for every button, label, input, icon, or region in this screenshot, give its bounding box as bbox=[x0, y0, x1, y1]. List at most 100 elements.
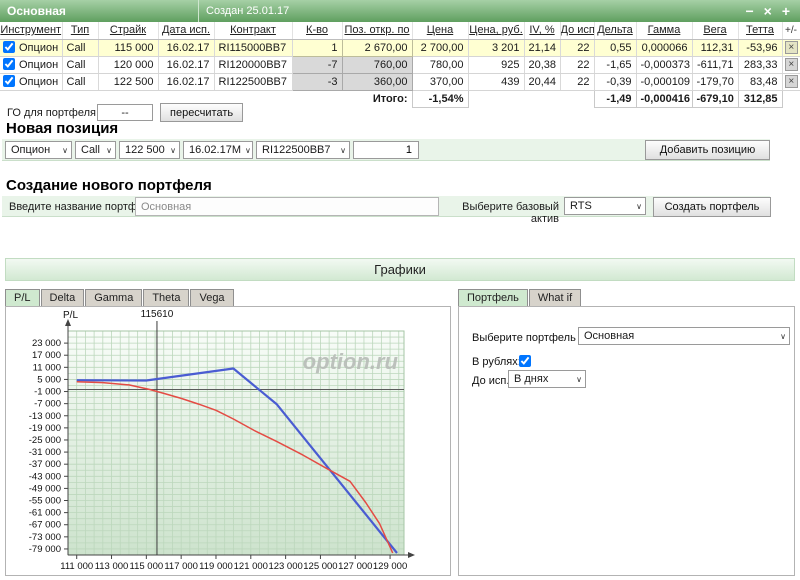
tab-pl[interactable]: P/L bbox=[5, 289, 40, 307]
price-rub-cell: 925 bbox=[468, 56, 525, 74]
svg-text:115610: 115610 bbox=[141, 309, 174, 320]
svg-text:option.ru: option.ru bbox=[303, 349, 399, 374]
days-label: До исп.: bbox=[472, 375, 513, 387]
rubles-label: В рублях: bbox=[472, 356, 521, 368]
tab-delta[interactable]: Delta bbox=[40, 289, 85, 307]
days-select[interactable]: В днях ∨ bbox=[508, 370, 586, 388]
instrument-label: Опцион bbox=[19, 76, 59, 88]
row-enabled-checkbox[interactable] bbox=[3, 58, 15, 70]
col-contract[interactable]: Контракт bbox=[214, 22, 293, 40]
svg-text:129 000: 129 000 bbox=[373, 561, 407, 572]
svg-text:-7 000: -7 000 bbox=[34, 399, 61, 410]
close-icon[interactable]: × bbox=[764, 1, 772, 21]
portfolio-created-date: Создан 25.01.17 bbox=[206, 5, 290, 17]
side-tabs: Портфель What if bbox=[458, 289, 582, 307]
chevron-down-icon: ∨ bbox=[106, 145, 112, 155]
tab-theta[interactable]: Theta bbox=[143, 289, 190, 307]
tab-gamma[interactable]: Gamma bbox=[85, 289, 143, 307]
open-price-cell[interactable]: 360,00 bbox=[341, 72, 413, 91]
tab-portfolio[interactable]: Портфель bbox=[458, 289, 528, 307]
vega-cell: 112,31 bbox=[692, 39, 739, 57]
open-price-cell[interactable]: 2 670,00 bbox=[341, 38, 413, 57]
price-cell: 2 700,00 bbox=[412, 39, 469, 57]
newpos-contract-value: RI122500BB7 bbox=[262, 144, 331, 156]
delete-row-button[interactable]: × bbox=[784, 41, 798, 54]
type-cell: Call bbox=[62, 73, 99, 91]
col-theta[interactable]: Тетта bbox=[738, 22, 783, 40]
col-strike[interactable]: Страйк bbox=[98, 22, 159, 40]
delete-row-button[interactable]: × bbox=[784, 58, 798, 71]
col-vega[interactable]: Вега bbox=[692, 22, 739, 40]
chart-tabs: P/L Delta Gamma Theta Vega bbox=[5, 289, 235, 307]
price-cell: 370,00 bbox=[412, 73, 469, 91]
row-enabled-checkbox[interactable] bbox=[3, 41, 15, 53]
chevron-down-icon: ∨ bbox=[340, 145, 346, 155]
contract-cell: RI120000BB7 bbox=[214, 56, 293, 74]
table-row: Опцион Call 115 000 16.02.17 RI115000BB7… bbox=[0, 38, 800, 57]
col-qty[interactable]: К-во bbox=[292, 22, 343, 40]
col-price-rub[interactable]: Цена, руб. bbox=[468, 22, 525, 40]
type-cell: Call bbox=[62, 56, 99, 74]
exp-date-cell: 16.02.17 bbox=[158, 56, 215, 74]
margin-label: ГО для портфеля: bbox=[7, 107, 100, 119]
delete-row-button[interactable]: × bbox=[784, 75, 798, 88]
newpos-qty-input[interactable] bbox=[353, 141, 419, 159]
svg-text:-43 000: -43 000 bbox=[29, 471, 61, 482]
add-position-button[interactable]: Добавить позицию bbox=[645, 140, 770, 160]
svg-text:17 000: 17 000 bbox=[32, 350, 61, 361]
base-asset-select[interactable]: RTS ∨ bbox=[564, 197, 646, 215]
iv-cell: 21,14 bbox=[524, 39, 561, 57]
recalculate-button[interactable]: пересчитать bbox=[160, 103, 244, 122]
chevron-down-icon: ∨ bbox=[636, 201, 642, 211]
svg-text:-31 000: -31 000 bbox=[29, 447, 61, 458]
newpos-type-select[interactable]: Call ∨ bbox=[75, 141, 116, 159]
svg-text:-73 000: -73 000 bbox=[29, 532, 61, 543]
portfolio-controls-panel: Выберите портфель Основная ∨ В рублях: Д… bbox=[458, 306, 795, 576]
positions-table: Инструмент Тип Страйк Дата исп. Контракт… bbox=[0, 22, 800, 108]
instrument-label: Опцион bbox=[19, 42, 59, 54]
qty-cell[interactable]: 1 bbox=[291, 38, 343, 57]
col-instrument[interactable]: Инструмент bbox=[0, 22, 63, 40]
newpos-contract-select[interactable]: RI122500BB7 ∨ bbox=[256, 141, 350, 159]
price-cell: 780,00 bbox=[412, 56, 469, 74]
gamma-cell: 0,000066 bbox=[636, 39, 693, 57]
svg-text:121 000: 121 000 bbox=[234, 561, 268, 572]
col-type[interactable]: Тип bbox=[62, 22, 99, 40]
col-open-price[interactable]: Поз. откр. по bbox=[342, 22, 413, 40]
tab-vega[interactable]: Vega bbox=[190, 289, 234, 307]
newpos-strike-select[interactable]: 122 500 ∨ bbox=[119, 141, 180, 159]
tab-whatif[interactable]: What if bbox=[528, 289, 582, 307]
newpos-instrument-select[interactable]: Опцион ∨ bbox=[5, 141, 72, 159]
col-delta[interactable]: Дельта bbox=[594, 22, 637, 40]
col-days[interactable]: До исп. bbox=[560, 22, 595, 40]
iv-cell: 20,44 bbox=[524, 73, 561, 91]
portfolio-name-input[interactable] bbox=[135, 197, 439, 216]
svg-text:P/L: P/L bbox=[63, 310, 78, 321]
create-portfolio-heading: Создание нового портфеля bbox=[6, 177, 212, 194]
add-icon[interactable]: + bbox=[782, 1, 790, 21]
base-asset-value: RTS bbox=[570, 200, 592, 212]
delta-cell: -0,39 bbox=[594, 73, 637, 91]
strike-cell: 122 500 bbox=[98, 73, 159, 91]
col-iv[interactable]: IV, % bbox=[524, 22, 561, 40]
table-row: Опцион Call 120 000 16.02.17 RI120000BB7… bbox=[0, 55, 800, 74]
qty-cell[interactable]: -3 bbox=[291, 72, 343, 91]
col-exp-date[interactable]: Дата исп. bbox=[158, 22, 215, 40]
create-portfolio-button[interactable]: Создать портфель bbox=[653, 197, 771, 217]
contract-cell: RI115000BB7 bbox=[214, 39, 293, 57]
margin-input[interactable] bbox=[97, 104, 153, 121]
qty-cell[interactable]: -7 bbox=[291, 55, 343, 74]
rubles-checkbox[interactable] bbox=[519, 355, 531, 367]
newpos-date-select[interactable]: 16.02.17M ∨ bbox=[183, 141, 253, 159]
portfolio-titlebar: Основная Создан 25.01.17 − × + bbox=[0, 0, 800, 22]
portfolio-select[interactable]: Основная ∨ bbox=[578, 327, 790, 345]
open-price-cell[interactable]: 760,00 bbox=[341, 55, 413, 74]
minimize-icon[interactable]: − bbox=[745, 1, 753, 21]
svg-text:127 000: 127 000 bbox=[338, 561, 372, 572]
col-price[interactable]: Цена bbox=[412, 22, 469, 40]
portfolio-title: Основная bbox=[7, 4, 66, 18]
col-gamma[interactable]: Гамма bbox=[636, 22, 693, 40]
row-enabled-checkbox[interactable] bbox=[3, 75, 15, 87]
newpos-type-value: Call bbox=[81, 144, 100, 156]
price-rub-cell: 439 bbox=[468, 73, 525, 91]
